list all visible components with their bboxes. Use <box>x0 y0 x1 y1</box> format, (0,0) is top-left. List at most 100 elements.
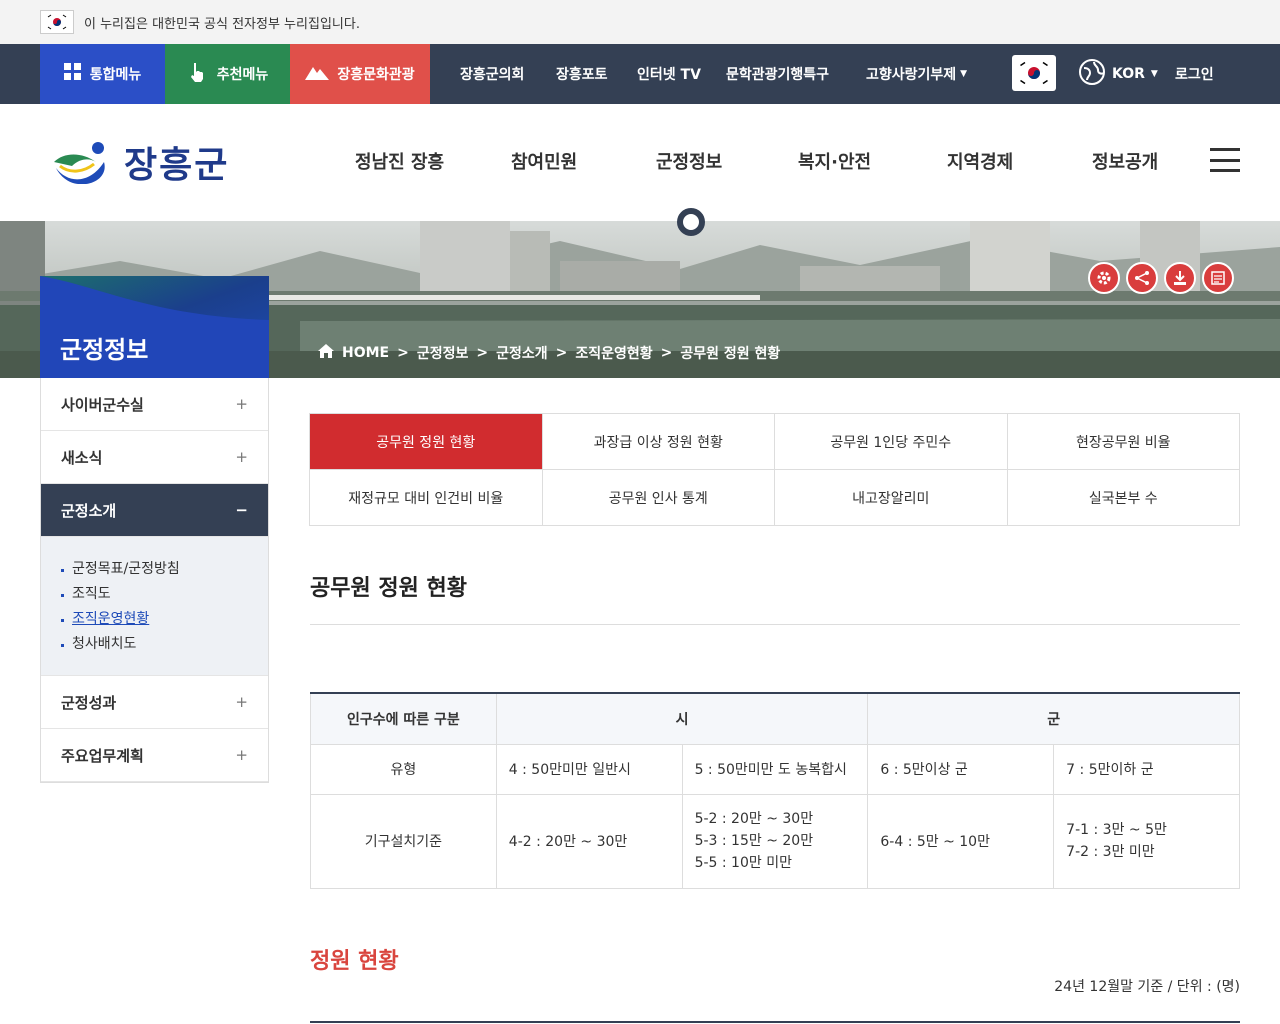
caret-down-icon: ▼ <box>960 69 968 79</box>
survey-icon[interactable] <box>1202 262 1234 294</box>
next-table-top-border <box>310 1021 1240 1023</box>
breadcrumb-separator: > <box>660 345 673 361</box>
lnb-item-achievements[interactable]: 군정성과 + <box>41 676 268 729</box>
tab-personnel-stats[interactable]: 공무원 인사 통계 <box>542 470 775 526</box>
breadcrumb-home[interactable]: HOME <box>342 345 389 361</box>
table-header-row: 인구수에 따른 구분 시 군 <box>310 692 1240 745</box>
lnb-item-label: 군정성과 <box>61 693 117 712</box>
table-cell: 7 : 5만이하 군 <box>1053 743 1240 795</box>
lnb-item-county-intro[interactable]: 군정소개 − <box>41 484 268 537</box>
tab-local-info[interactable]: 내고장알리미 <box>775 470 1008 526</box>
share-icon[interactable] <box>1126 262 1158 294</box>
breadcrumb: HOME > 군정정보 > 군정소개 > 조직운영현황 > 공무원 정원 현황 <box>318 343 780 363</box>
table-header-cell: 군 <box>867 692 1240 745</box>
table-cell: 5 : 50만미만 도 농복합시 <box>681 743 869 795</box>
tab-field-official-ratio[interactable]: 현장공무원 비율 <box>1007 414 1240 470</box>
gov-notice-text: 이 누리집은 대한민국 공식 전자정부 누리집입니다. <box>84 16 360 32</box>
lnb-item-label: 사이버군수실 <box>61 395 144 414</box>
caret-down-icon: ▼ <box>1150 69 1158 79</box>
table-row-label: 유형 <box>310 743 497 795</box>
grid-icon <box>63 63 82 85</box>
photo-link[interactable]: 장흥포토 <box>556 44 608 104</box>
title-divider <box>310 624 1240 625</box>
globe-icon <box>1078 58 1106 90</box>
table-cell-line: 5-2 : 20만 ~ 30만 <box>694 811 814 827</box>
content-tabs: 공무원 정원 현황 과장급 이상 정원 현황 공무원 1인당 주민수 현장공무원… <box>309 413 1240 526</box>
tab-manager-quota[interactable]: 과장급 이상 정원 현황 <box>542 414 775 470</box>
table-row: 기구설치기준 4-2 : 20만 ~ 30만 5-2 : 20만 ~ 30만 5… <box>310 793 1240 889</box>
lnb-item-work-plan[interactable]: 주요업무계획 + <box>41 729 268 782</box>
plus-icon: + <box>235 693 248 711</box>
gov-notice-bar: 이 누리집은 대한민국 공식 전자정부 누리집입니다. <box>0 0 1280 44</box>
gnb-item-economy[interactable]: 지역경제 <box>947 148 1013 174</box>
integrated-menu-button[interactable]: 통합메뉴 <box>40 44 165 104</box>
site-logo[interactable]: 장흥군 <box>52 136 229 188</box>
logo-text: 장흥군 <box>124 145 230 186</box>
lnb-sub-goals[interactable]: 군정목표/군정방침 <box>61 557 248 582</box>
tab-personnel-cost-ratio[interactable]: 재정규모 대비 인건비 비율 <box>310 470 543 526</box>
council-link[interactable]: 장흥군의회 <box>460 44 524 104</box>
table-cell: 4 : 50만미만 일반시 <box>495 743 683 795</box>
table-row-label: 기구설치기준 <box>310 793 497 889</box>
lnb-submenu: 군정목표/군정방침 조직도 조직운영현황 청사배치도 <box>41 537 268 676</box>
table-cell: 7-1 : 3만 ~ 5만 7-2 : 3만 미만 <box>1053 793 1240 889</box>
hometown-donation-link[interactable]: 고향사랑기부제 ▼ <box>866 44 967 104</box>
gnb-item-welfare[interactable]: 복지·안전 <box>798 148 871 174</box>
breadcrumb-county-intro[interactable]: 군정소개 <box>496 343 548 363</box>
breadcrumb-current: 공무원 정원 현황 <box>680 346 781 362</box>
hometown-donation-label: 고향사랑기부제 <box>866 67 957 83</box>
gnb-item-county-info[interactable]: 군정정보 <box>656 148 722 174</box>
gnb-item-disclosure[interactable]: 정보공개 <box>1092 148 1158 174</box>
breadcrumb-county-info[interactable]: 군정정보 <box>417 343 469 363</box>
table-cell-line: 7-1 : 3만 ~ 5만 <box>1066 822 1167 838</box>
gnb-item-participation[interactable]: 참여민원 <box>511 148 577 174</box>
hand-pointer-icon <box>187 61 209 87</box>
tab-bureau-count[interactable]: 실국본부 수 <box>1007 470 1240 526</box>
unit-note: 24년 12월말 기준 / 단위 : (명) <box>1054 979 1240 995</box>
breadcrumb-org-status[interactable]: 조직운영현황 <box>575 343 652 363</box>
language-selector[interactable]: KOR ▼ <box>1078 44 1158 104</box>
section-title-box: 군정정보 <box>40 276 269 379</box>
breadcrumb-separator: > <box>397 345 409 361</box>
language-label: KOR <box>1112 66 1145 82</box>
lnb-sub-org-status[interactable]: 조직운영현황 <box>61 607 248 632</box>
recommended-menu-label: 추천메뉴 <box>216 67 269 83</box>
login-link[interactable]: 로그인 <box>1175 44 1214 104</box>
gnb-item-about[interactable]: 정남진 장흥 <box>355 148 444 174</box>
quick-tools <box>1088 262 1234 294</box>
lnb-item-label: 군정소개 <box>61 501 117 520</box>
literature-tour-link[interactable]: 문학관광기행특구 <box>726 44 829 104</box>
table-cell-line: 5-5 : 10만 미만 <box>694 855 792 871</box>
site-header: 장흥군 정남진 장흥 참여민원 군정정보 복지·안전 지역경제 정보공개 <box>0 104 1280 221</box>
lnb-item-news[interactable]: 새소식 + <box>41 431 268 484</box>
gear-icon[interactable] <box>1088 262 1120 294</box>
tab-staff-quota[interactable]: 공무원 정원 현황 <box>310 414 543 470</box>
minus-icon: − <box>235 501 248 519</box>
page-title: 공무원 정원 현황 <box>310 576 467 601</box>
table-cell: 6-4 : 5만 ~ 10만 <box>867 793 1055 889</box>
breadcrumb-separator: > <box>476 345 489 361</box>
table-cell-line: 7-2 : 3만 미만 <box>1066 844 1155 860</box>
hamburger-menu-icon[interactable] <box>1210 148 1240 172</box>
active-menu-indicator <box>677 208 705 236</box>
integrated-menu-label: 통합메뉴 <box>89 67 142 83</box>
internet-tv-link[interactable]: 인터넷 TV <box>637 44 701 104</box>
korea-flag-icon <box>1012 55 1056 91</box>
table-cell: 5-2 : 20만 ~ 30만 5-3 : 15만 ~ 20만 5-5 : 10… <box>681 793 869 889</box>
plus-icon: + <box>235 746 248 764</box>
culture-tourism-label: 장흥문화관광 <box>337 67 415 83</box>
culture-tourism-button[interactable]: 장흥문화관광 <box>290 44 430 104</box>
breadcrumb-separator: > <box>555 345 568 361</box>
lnb-item-cyber-office[interactable]: 사이버군수실 + <box>41 378 268 431</box>
tab-residents-per-official[interactable]: 공무원 1인당 주민수 <box>775 414 1008 470</box>
lnb-sub-office-layout[interactable]: 청사배치도 <box>61 632 248 657</box>
top-nav: 통합메뉴 추천메뉴 장흥문화관광 장흥군의회 장흥포토 인터넷 TV 문학관광기… <box>0 44 1280 104</box>
jangheung-logo-icon <box>54 142 105 184</box>
plus-icon: + <box>235 448 248 466</box>
lnb-sub-org-chart[interactable]: 조직도 <box>61 582 248 607</box>
table-cell: 4-2 : 20만 ~ 30만 <box>495 793 683 889</box>
table-cell: 6 : 5만이상 군 <box>867 743 1055 795</box>
recommended-menu-button[interactable]: 추천메뉴 <box>165 44 290 104</box>
section-title-quota: 정원 현황 <box>310 949 399 974</box>
download-icon[interactable] <box>1164 262 1196 294</box>
